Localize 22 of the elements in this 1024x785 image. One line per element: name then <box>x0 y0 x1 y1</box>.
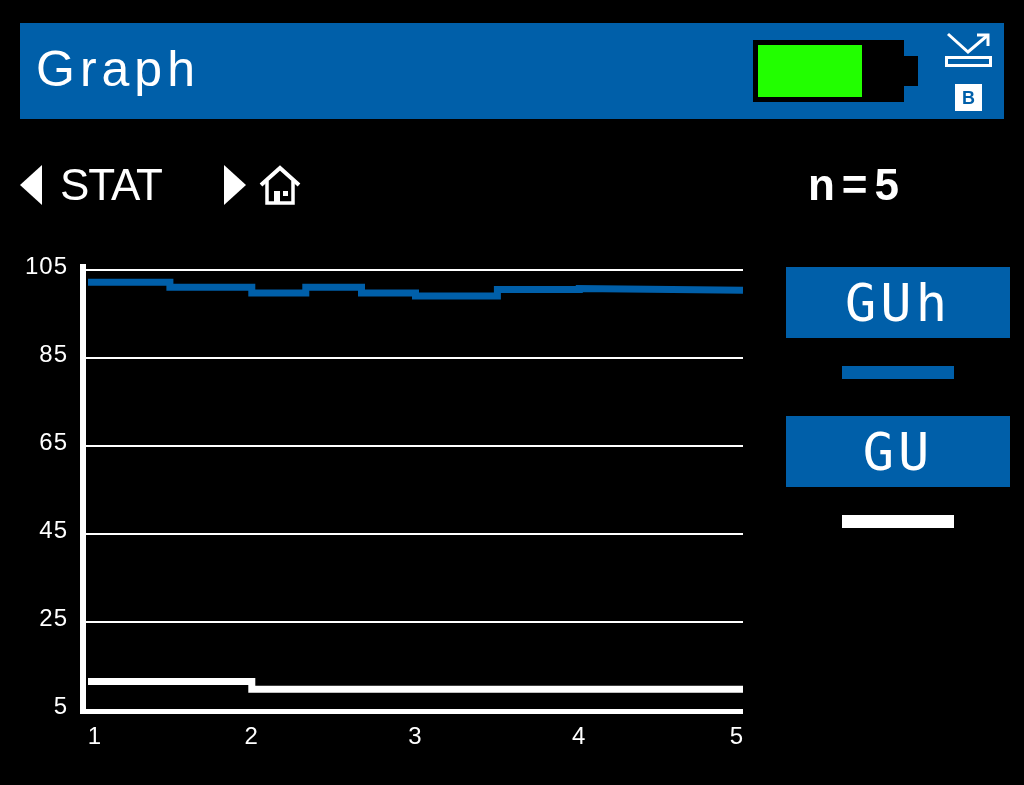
x-tick-label: 5 <box>729 722 745 749</box>
y-tick-label: 25 <box>39 604 68 631</box>
tray-arrow-icon <box>945 31 992 67</box>
x-tick-label: 3 <box>408 722 423 749</box>
legend-label: GU <box>786 416 1010 487</box>
x-tick-label: 4 <box>572 722 587 749</box>
battery-icon <box>753 40 918 102</box>
x-tick-label: 2 <box>244 722 259 749</box>
screen-title: Graph <box>36 44 200 98</box>
y-tick-label: 85 <box>39 340 68 367</box>
y-tick-label: 45 <box>39 516 68 543</box>
right-triangle-icon <box>224 165 246 205</box>
left-triangle-icon <box>20 165 42 205</box>
y-tick-label: 105 <box>24 252 68 279</box>
stat-link[interactable]: STAT <box>60 163 162 207</box>
sample-count: n=5 <box>807 163 906 207</box>
x-tick-label: 1 <box>87 722 103 749</box>
letter-badge: B <box>955 84 982 111</box>
home-icon[interactable] <box>258 164 302 206</box>
y-tick-label: 5 <box>53 692 68 719</box>
y-tick-label: 65 <box>39 428 68 455</box>
legend-label: GUh <box>786 267 1010 338</box>
